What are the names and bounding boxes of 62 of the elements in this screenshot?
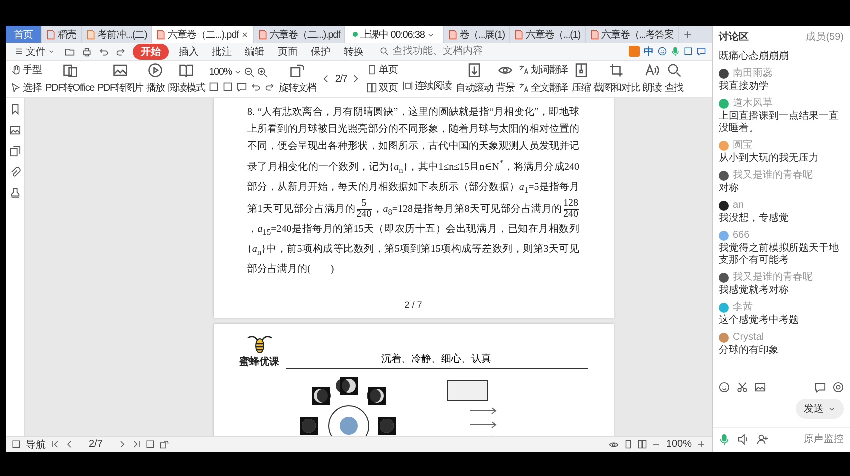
- file-menu[interactable]: 文件: [12, 44, 58, 60]
- chat-message: 分球的有印象: [719, 345, 780, 357]
- tab[interactable]: 首页: [6, 26, 42, 43]
- toolbar-button[interactable]: 截图和对比: [594, 62, 640, 96]
- toolbar-button[interactable]: PDF转Office: [46, 62, 95, 96]
- user-name: 道木风草: [733, 98, 773, 110]
- user-name: 南田雨蕊: [733, 68, 773, 80]
- panel-title: 讨论区: [719, 30, 749, 44]
- logo-text: 蜜蜂优课: [240, 355, 280, 370]
- chat-message: 这个感觉考中考题: [719, 315, 800, 327]
- toolbar-button[interactable]: 划词翻译: [518, 63, 570, 77]
- page-header-text: 沉着、冷静、细心、认真: [286, 352, 588, 370]
- chat-message: 从小到大玩的我无压力: [719, 153, 820, 165]
- user-name: 我又是谁的青春呢: [733, 170, 813, 182]
- toolbar-button[interactable]: 双页: [366, 81, 399, 95]
- user-name: Crystal: [733, 332, 764, 344]
- class-timer-tab[interactable]: 上课中 00:06:38: [345, 26, 444, 43]
- chat-message: 对称: [719, 183, 740, 195]
- toolbar-button[interactable]: 全文翻译: [518, 81, 570, 95]
- ime-mode[interactable]: 中: [644, 44, 654, 58]
- toolbar-button[interactable]: 旋转文档: [279, 62, 316, 96]
- ribbon-tab[interactable]: 编辑: [242, 44, 268, 60]
- page-indicator: 2/7: [335, 74, 348, 84]
- user-name: 李茜: [733, 302, 753, 314]
- send-button[interactable]: 发送: [796, 399, 844, 419]
- toolbar-button[interactable]: 压缩: [572, 62, 591, 96]
- ribbon-tab[interactable]: 插入: [176, 44, 202, 60]
- chat-message: 我觉得之前模拟所题天干地支那个有可能考: [719, 243, 840, 267]
- chat-message: 既痛心态崩崩崩: [719, 51, 790, 63]
- toolbar-button[interactable]: 播放: [146, 62, 165, 96]
- ribbon-tab[interactable]: 页面: [275, 44, 301, 60]
- toolbar-button[interactable]: 手型: [10, 63, 43, 77]
- page-indicator: 2/7: [89, 439, 103, 450]
- page-number: 2 / 7: [404, 300, 422, 310]
- toolbar-button[interactable]: PDF转图片: [98, 62, 144, 96]
- chat-message: 上回直播课到一点结果一直没睡着。: [719, 111, 840, 135]
- user-name: 我又是谁的青春呢: [733, 272, 813, 284]
- navigation-button[interactable]: 导航: [26, 438, 46, 452]
- toolbar-button[interactable]: 背景: [496, 62, 515, 96]
- zoom-level[interactable]: 100%: [209, 66, 232, 78]
- chat-message: 我感觉就考对称: [719, 285, 790, 297]
- chat-message: 我直接劝学: [719, 81, 770, 93]
- user-name: 圆宝: [733, 140, 753, 152]
- member-count[interactable]: 成员(59): [806, 30, 844, 44]
- toolbar-button[interactable]: 朗读: [643, 62, 662, 96]
- monitor-link[interactable]: 原声监控: [804, 432, 844, 446]
- toolbar-button[interactable]: 阅读模式: [168, 62, 206, 96]
- ribbon-tab[interactable]: 保护: [308, 44, 334, 60]
- ribbon-tab[interactable]: 转换: [341, 44, 367, 60]
- ribbon-tab[interactable]: 批注: [209, 44, 235, 60]
- tab[interactable]: 六章卷（二...).pdf: [152, 26, 254, 43]
- toolbar-button[interactable]: 单页: [366, 63, 399, 77]
- search-field[interactable]: 查找功能、文档内容: [391, 45, 495, 58]
- toolbar-button[interactable]: 自动滚动: [456, 62, 494, 96]
- ribbon-tab[interactable]: 开始: [133, 44, 169, 60]
- user-name: an: [733, 200, 744, 212]
- toolbar-button[interactable]: 连续阅读: [402, 79, 454, 93]
- chat-message: 我没想，专感觉: [719, 213, 790, 225]
- toolbar-button[interactable]: 选择: [10, 81, 43, 95]
- toolbar-button[interactable]: 查找: [664, 62, 684, 96]
- zoom-level: 100%: [666, 439, 692, 450]
- user-name: 666: [733, 230, 750, 242]
